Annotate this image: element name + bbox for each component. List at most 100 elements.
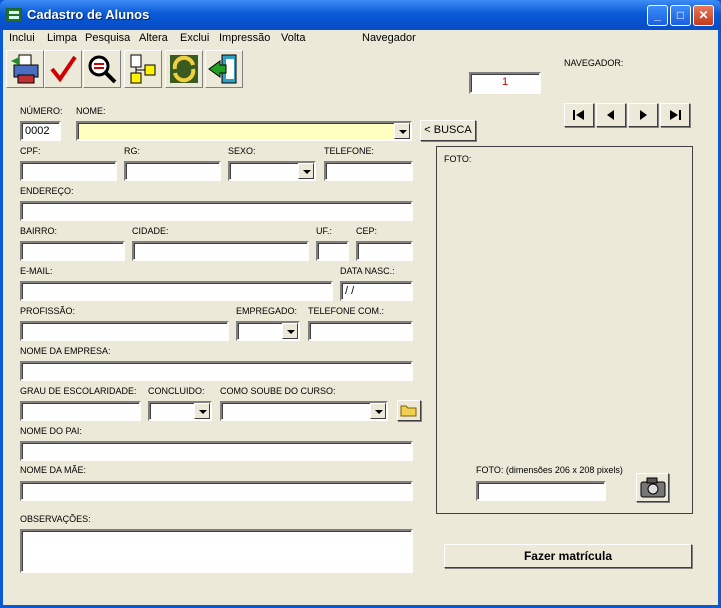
menu-bar: Inclui Limpa Pesquisa Altera Exclui Impr… [3, 30, 718, 48]
chevron-down-icon[interactable] [298, 163, 314, 179]
photo-panel: FOTO: FOTO: (dimensões 206 x 208 pixels) [436, 146, 693, 514]
chevron-down-icon[interactable] [282, 323, 298, 339]
exit-button[interactable] [205, 50, 243, 88]
nome-empresa-label: NOME DA EMPRESA: [20, 346, 111, 356]
como-soube-select[interactable] [220, 401, 388, 421]
nome-label: NOME: [76, 106, 106, 116]
cpf-field[interactable] [20, 161, 117, 181]
exit-icon [208, 54, 237, 84]
observacoes-field[interactable] [20, 529, 413, 573]
nav-last-button[interactable] [660, 103, 690, 127]
menu-exclui[interactable]: Exclui [180, 32, 209, 44]
nav-first-button[interactable] [564, 103, 594, 127]
endereco-field[interactable] [20, 201, 413, 221]
prev-record-icon [607, 110, 614, 120]
menu-limpa[interactable]: Limpa [47, 32, 77, 44]
menu-altera[interactable]: Altera [139, 32, 168, 44]
telefone-com-label: TELEFONE COM.: [308, 306, 385, 316]
alter-button[interactable] [124, 50, 162, 88]
empregado-label: EMPREGADO: [236, 306, 298, 316]
minimize-button[interactable]: _ [647, 5, 668, 26]
data-nasc-label: DATA NASC.: [340, 266, 395, 276]
folder-icon [400, 405, 417, 417]
photo-path-field[interactable] [476, 481, 606, 501]
email-label: E-MAIL: [20, 266, 53, 276]
cidade-field[interactable] [132, 241, 309, 261]
nome-pai-field[interactable] [20, 441, 413, 461]
como-soube-label: COMO SOUBE DO CURSO: [220, 386, 336, 396]
chevron-down-icon[interactable] [194, 403, 210, 419]
uf-field[interactable] [316, 241, 349, 261]
clear-button[interactable] [44, 50, 82, 88]
title-bar[interactable]: Cadastro de Alunos _ □ ✕ [0, 0, 721, 30]
chevron-down-icon[interactable] [370, 403, 386, 419]
nav-prev-button[interactable] [596, 103, 626, 127]
chevron-down-icon[interactable] [394, 123, 410, 139]
rg-field[interactable] [124, 161, 221, 181]
cpf-label: CPF: [20, 146, 41, 156]
menu-pesquisa[interactable]: Pesquisa [85, 32, 130, 44]
tree-icon [130, 54, 156, 84]
cep-label: CEP: [356, 226, 378, 236]
client-area: Inclui Limpa Pesquisa Altera Exclui Impr… [3, 30, 718, 605]
endereco-label: ENDEREÇO: [20, 186, 74, 196]
rg-label: RG: [124, 146, 141, 156]
concluido-select[interactable] [148, 401, 212, 421]
folder-button[interactable] [397, 400, 421, 421]
search-icon [88, 55, 117, 84]
numero-field[interactable]: 0002 [20, 121, 61, 141]
refresh-button[interactable] [165, 50, 203, 88]
last-record-icon [670, 110, 681, 120]
app-icon [6, 8, 22, 22]
include-button[interactable] [6, 50, 44, 88]
telefone-label: TELEFONE: [324, 146, 375, 156]
numero-label: NÚMERO: [20, 106, 63, 116]
busca-button[interactable]: < BUSCA [420, 120, 476, 141]
profissao-label: PROFISSÃO: [20, 306, 76, 316]
check-icon [50, 55, 77, 83]
record-number-display: 1 [469, 72, 541, 94]
empregado-select[interactable] [236, 321, 300, 341]
telefone-com-field[interactable] [308, 321, 413, 341]
sexo-label: SEXO: [228, 146, 256, 156]
nome-combo[interactable] [76, 121, 412, 141]
next-record-icon [640, 110, 647, 120]
concluido-label: CONCLUIDO: [148, 386, 205, 396]
telefone-field[interactable] [324, 161, 413, 181]
camera-icon [640, 477, 665, 498]
nome-mae-label: NOME DA MÃE: [20, 465, 87, 475]
navigator-label: NAVEGADOR: [564, 58, 624, 68]
search-button[interactable] [83, 50, 121, 88]
photo-dims-label: FOTO: (dimensões 206 x 208 pixels) [476, 465, 623, 475]
refresh-icon [170, 55, 198, 83]
profissao-field[interactable] [20, 321, 229, 341]
fazer-matricula-button[interactable]: Fazer matrícula [444, 544, 692, 568]
sexo-select[interactable] [228, 161, 316, 181]
cep-field[interactable] [356, 241, 413, 261]
grau-field[interactable] [20, 401, 141, 421]
grau-label: GRAU DE ESCOLARIDADE: [20, 386, 137, 396]
camera-button[interactable] [636, 473, 669, 502]
menu-impressao[interactable]: Impressão [219, 32, 270, 44]
nome-mae-field[interactable] [20, 481, 413, 501]
maximize-button[interactable]: □ [670, 5, 691, 26]
bairro-field[interactable] [20, 241, 125, 261]
menu-navegador[interactable]: Navegador [362, 32, 416, 44]
window-title: Cadastro de Alunos [27, 7, 150, 22]
photo-label: FOTO: [444, 154, 472, 164]
menu-volta[interactable]: Volta [281, 32, 305, 44]
email-field[interactable] [20, 281, 333, 301]
cidade-label: CIDADE: [132, 226, 169, 236]
data-nasc-field[interactable]: / / [340, 281, 413, 301]
first-record-icon [573, 110, 584, 120]
nav-next-button[interactable] [628, 103, 658, 127]
app-window: Cadastro de Alunos _ □ ✕ Inclui Limpa Pe… [0, 0, 721, 608]
nome-empresa-field[interactable] [20, 361, 413, 381]
close-button[interactable]: ✕ [693, 5, 714, 26]
menu-inclui[interactable]: Inclui [9, 32, 35, 44]
observacoes-label: OBSERVAÇÕES: [20, 514, 91, 524]
uf-label: UF.: [316, 226, 333, 236]
bairro-label: BAIRRO: [20, 226, 58, 236]
include-icon [11, 54, 39, 84]
nome-pai-label: NOME DO PAI: [20, 426, 82, 436]
